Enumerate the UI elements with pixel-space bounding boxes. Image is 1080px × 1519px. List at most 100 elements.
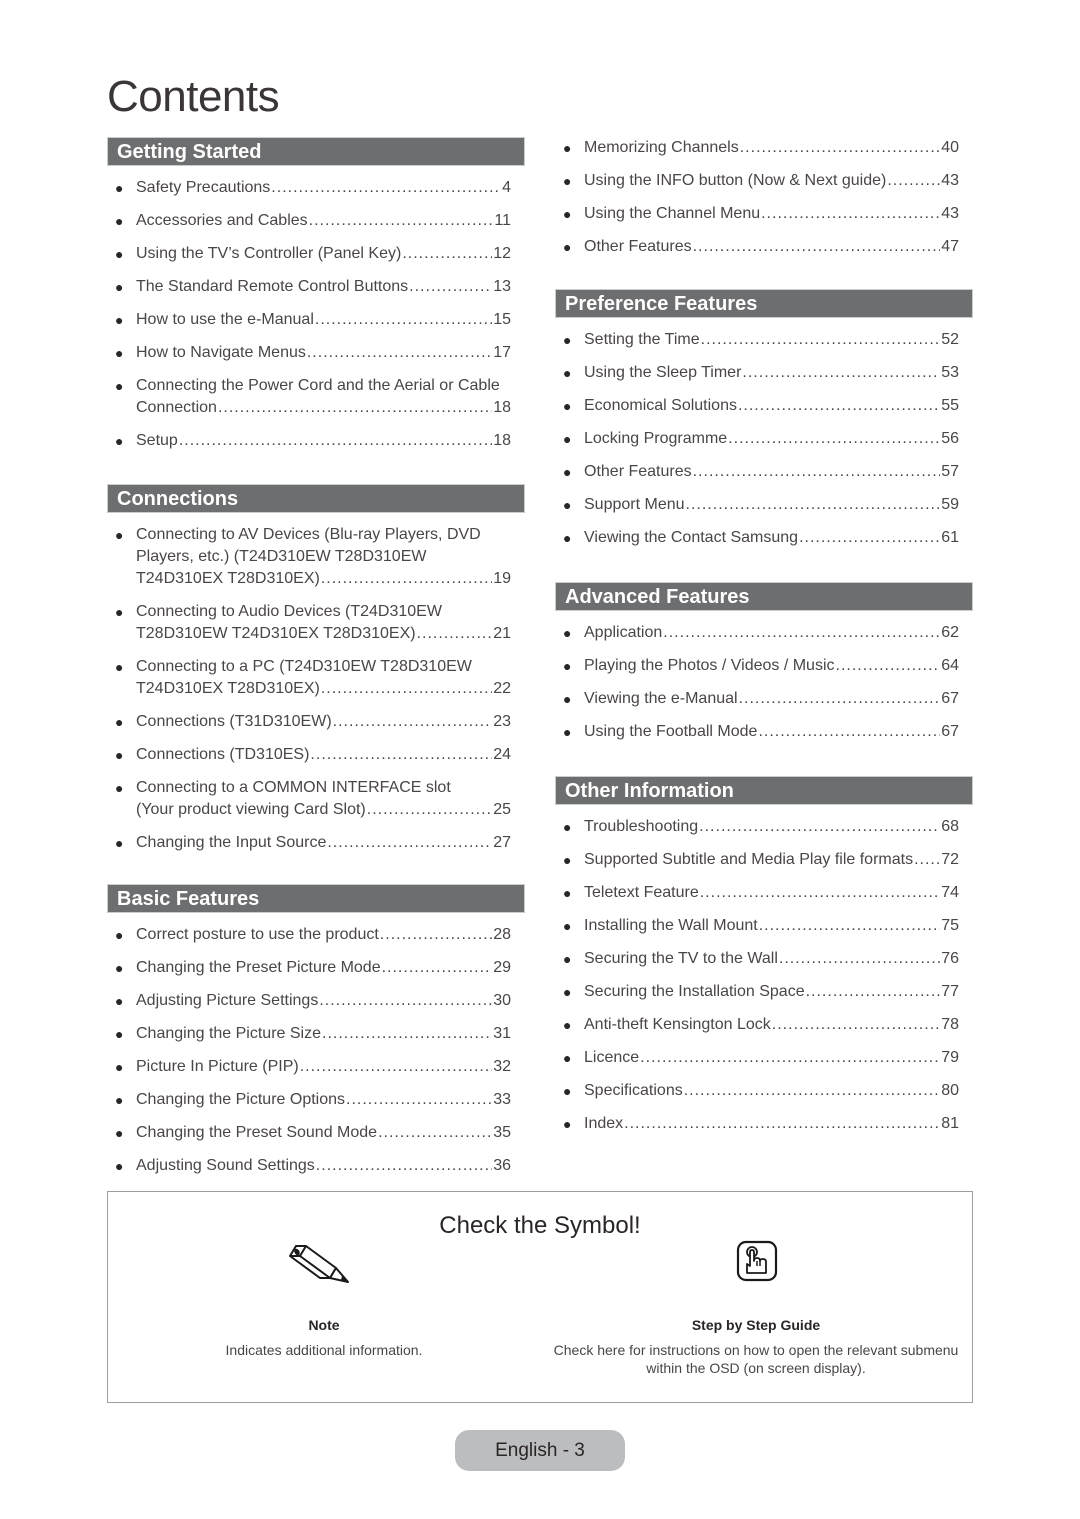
- toc-entry[interactable]: ● Using the Sleep Timer 53: [555, 362, 973, 384]
- toc-entry[interactable]: ● Securing the TV to the Wall 76: [555, 948, 973, 970]
- toc-entry[interactable]: ● Using the Channel Menu 43: [555, 203, 973, 225]
- toc-entry-label: T24D310EX T28D310EX): [136, 570, 320, 587]
- section-header: Getting Started: [107, 137, 525, 166]
- toc-entry[interactable]: ● Connecting the Power Cord and the Aeria…: [107, 375, 525, 419]
- bullet-icon: ●: [115, 213, 124, 229]
- toc-entry[interactable]: ● Changing the Preset Picture Mode 29: [107, 957, 525, 979]
- toc-entry[interactable]: ● Accessories and Cables 11: [107, 210, 525, 232]
- toc-entry[interactable]: ● Connecting to AV Devices (Blu-ray Playe…: [107, 524, 525, 590]
- toc-entry[interactable]: ● Connecting to Audio Devices (T24D310EW T…: [107, 601, 525, 645]
- toc-entry-label: T28D310EW T24D310EX T28D310EX): [136, 625, 416, 642]
- bullet-icon: ●: [563, 984, 572, 1000]
- toc-entry[interactable]: ● Other Features 47: [555, 236, 973, 258]
- symbol-box-title: Check the Symbol!: [439, 1212, 641, 1239]
- toc-entry[interactable]: ● Using the TV’s Controller (Panel Key) 12: [107, 243, 525, 265]
- bullet-icon: ●: [563, 365, 572, 381]
- toc-entry[interactable]: ● Adjusting Picture Settings 30: [107, 990, 525, 1012]
- toc-entry[interactable]: ● Supported Subtitle and Media Play file …: [555, 849, 973, 871]
- toc-entry[interactable]: ● Anti-theft Kensington Lock 78: [555, 1014, 973, 1036]
- toc-entry-page-number: 57: [941, 463, 959, 480]
- toc-entry-label: How to use the e-Manual: [136, 311, 314, 328]
- section-header: Advanced Features: [555, 582, 973, 611]
- toc-entry-label: Other Features: [584, 463, 692, 480]
- toc-entry[interactable]: ● Economical Solutions 55: [555, 395, 973, 417]
- toc-entry[interactable]: ● Changing the Preset Sound Mode 35: [107, 1122, 525, 1144]
- toc-entry[interactable]: ● Installing the Wall Mount 75: [555, 915, 973, 937]
- toc-entry[interactable]: ● Connections (T31D310EW) 23: [107, 711, 525, 733]
- toc-entry[interactable]: ● Index 81: [555, 1113, 973, 1135]
- dot-leader: [699, 816, 940, 838]
- toc-entry[interactable]: ● Troubleshooting 68: [555, 816, 973, 838]
- toc-entry[interactable]: ● Viewing the Contact Samsung 61: [555, 527, 973, 549]
- toc-entry[interactable]: ● Setup 18: [107, 430, 525, 452]
- toc-entry[interactable]: ● Memorizing Channels 40: [555, 137, 973, 159]
- toc-entry[interactable]: ● Using the INFO button (Now & Next guide…: [555, 170, 973, 192]
- toc-entry-row: The Standard Remote Control Buttons 13: [136, 276, 511, 298]
- toc-entry[interactable]: ● How to use the e-Manual 15: [107, 309, 525, 331]
- toc-entry[interactable]: ● Viewing the e-Manual 67: [555, 688, 973, 710]
- dot-leader: [321, 678, 492, 700]
- toc-entry-label: Changing the Preset Sound Mode: [136, 1124, 378, 1141]
- toc-entry-page-number: 18: [493, 399, 511, 416]
- dot-leader: [321, 568, 492, 590]
- toc-entry-page-number: 53: [941, 364, 959, 381]
- toc-entry[interactable]: ● Changing the Picture Options 33: [107, 1089, 525, 1111]
- toc-entry-label: Supported Subtitle and Media Play file f…: [584, 851, 914, 868]
- toc-entry[interactable]: ● Connecting to a PC (T24D310EW T28D310EW…: [107, 656, 525, 700]
- toc-entry-label: Adjusting Sound Settings: [136, 1157, 315, 1174]
- toc-entry-page-number: 67: [941, 723, 959, 740]
- toc-entry-page-number: 81: [941, 1115, 959, 1132]
- toc-entry[interactable]: ● Other Features 57: [555, 461, 973, 483]
- toc-entry[interactable]: ● Correct posture to use the product 28: [107, 924, 525, 946]
- toc-entry-row: Support Menu 59: [584, 494, 959, 516]
- bullet-icon: ●: [563, 398, 572, 414]
- bullet-icon: ●: [115, 927, 124, 943]
- toc-entry[interactable]: ● Teletext Feature 74: [555, 882, 973, 904]
- bullet-icon: ●: [115, 1059, 124, 1075]
- toc-entry-label-line: Connecting to a PC (T24D310EW T28D310EW: [136, 658, 472, 675]
- toc-entry[interactable]: ● The Standard Remote Control Buttons 13: [107, 276, 525, 298]
- toc-entry[interactable]: ● Using the Football Mode 67: [555, 721, 973, 743]
- toc-entry[interactable]: ● Locking Programme 56: [555, 428, 973, 450]
- toc-entry-label: Using the Sleep Timer: [584, 364, 742, 381]
- toc-entry[interactable]: ● Connecting to a COMMON INTERFACE slot (Y…: [107, 777, 525, 821]
- toc-entry-label: T24D310EX T28D310EX): [136, 680, 320, 697]
- dot-leader: [218, 397, 492, 419]
- toc-entry-label: Connections (T31D310EW): [136, 713, 332, 730]
- toc-entry[interactable]: ● How to Navigate Menus 17: [107, 342, 525, 364]
- toc-entry[interactable]: ● Setting the Time 52: [555, 329, 973, 351]
- toc-entry[interactable]: ● Support Menu 59: [555, 494, 973, 516]
- toc-entry[interactable]: ● Securing the Installation Space 77: [555, 981, 973, 1003]
- dot-leader: [742, 362, 940, 384]
- toc-entry[interactable]: ● Changing the Input Source 27: [107, 832, 525, 854]
- bullet-icon: ●: [563, 918, 572, 934]
- bullet-icon: ●: [563, 464, 572, 480]
- toc-entry[interactable]: ● Playing the Photos / Videos / Music 64: [555, 655, 973, 677]
- bullet-icon: ●: [115, 246, 124, 262]
- toc-entry[interactable]: ● Picture In Picture (PIP) 32: [107, 1056, 525, 1078]
- toc-entry[interactable]: ● Connections (TD310ES) 24: [107, 744, 525, 766]
- check-symbol-box: Check the Symbol! Note Indicates additio…: [107, 1191, 973, 1403]
- toc-entry-page-number: 18: [493, 432, 511, 449]
- toc-entry-page-number: 4: [502, 179, 511, 196]
- bullet-icon: ●: [563, 530, 572, 546]
- toc-entry[interactable]: ● Licence 79: [555, 1047, 973, 1069]
- toc-entry-page-number: 62: [941, 624, 959, 641]
- toc-entry-label: Setup: [136, 432, 178, 449]
- toc-entry-row: Installing the Wall Mount 75: [584, 915, 959, 937]
- toc-entry[interactable]: ● Changing the Picture Size 31: [107, 1023, 525, 1045]
- dot-leader: [309, 210, 494, 232]
- toc-entry[interactable]: ● Adjusting Sound Settings 36: [107, 1155, 525, 1177]
- toc-entry-label: Memorizing Channels: [584, 139, 739, 156]
- toc-entry-page-number: 52: [941, 331, 959, 348]
- toc-entry[interactable]: ● Specifications 80: [555, 1080, 973, 1102]
- toc-entry-label: Economical Solutions: [584, 397, 737, 414]
- toc-entry-row: Safety Precautions 4: [136, 177, 511, 199]
- toc-entry-label: Connections (TD310ES): [136, 746, 310, 763]
- toc-entry[interactable]: ● Safety Precautions 4: [107, 177, 525, 199]
- bullet-icon: ●: [115, 747, 124, 763]
- toc-entry-page-number: 68: [941, 818, 959, 835]
- toc-entry[interactable]: ● Application 62: [555, 622, 973, 644]
- toc-entry-page-number: 78: [941, 1016, 959, 1033]
- bullet-icon: ●: [115, 527, 124, 543]
